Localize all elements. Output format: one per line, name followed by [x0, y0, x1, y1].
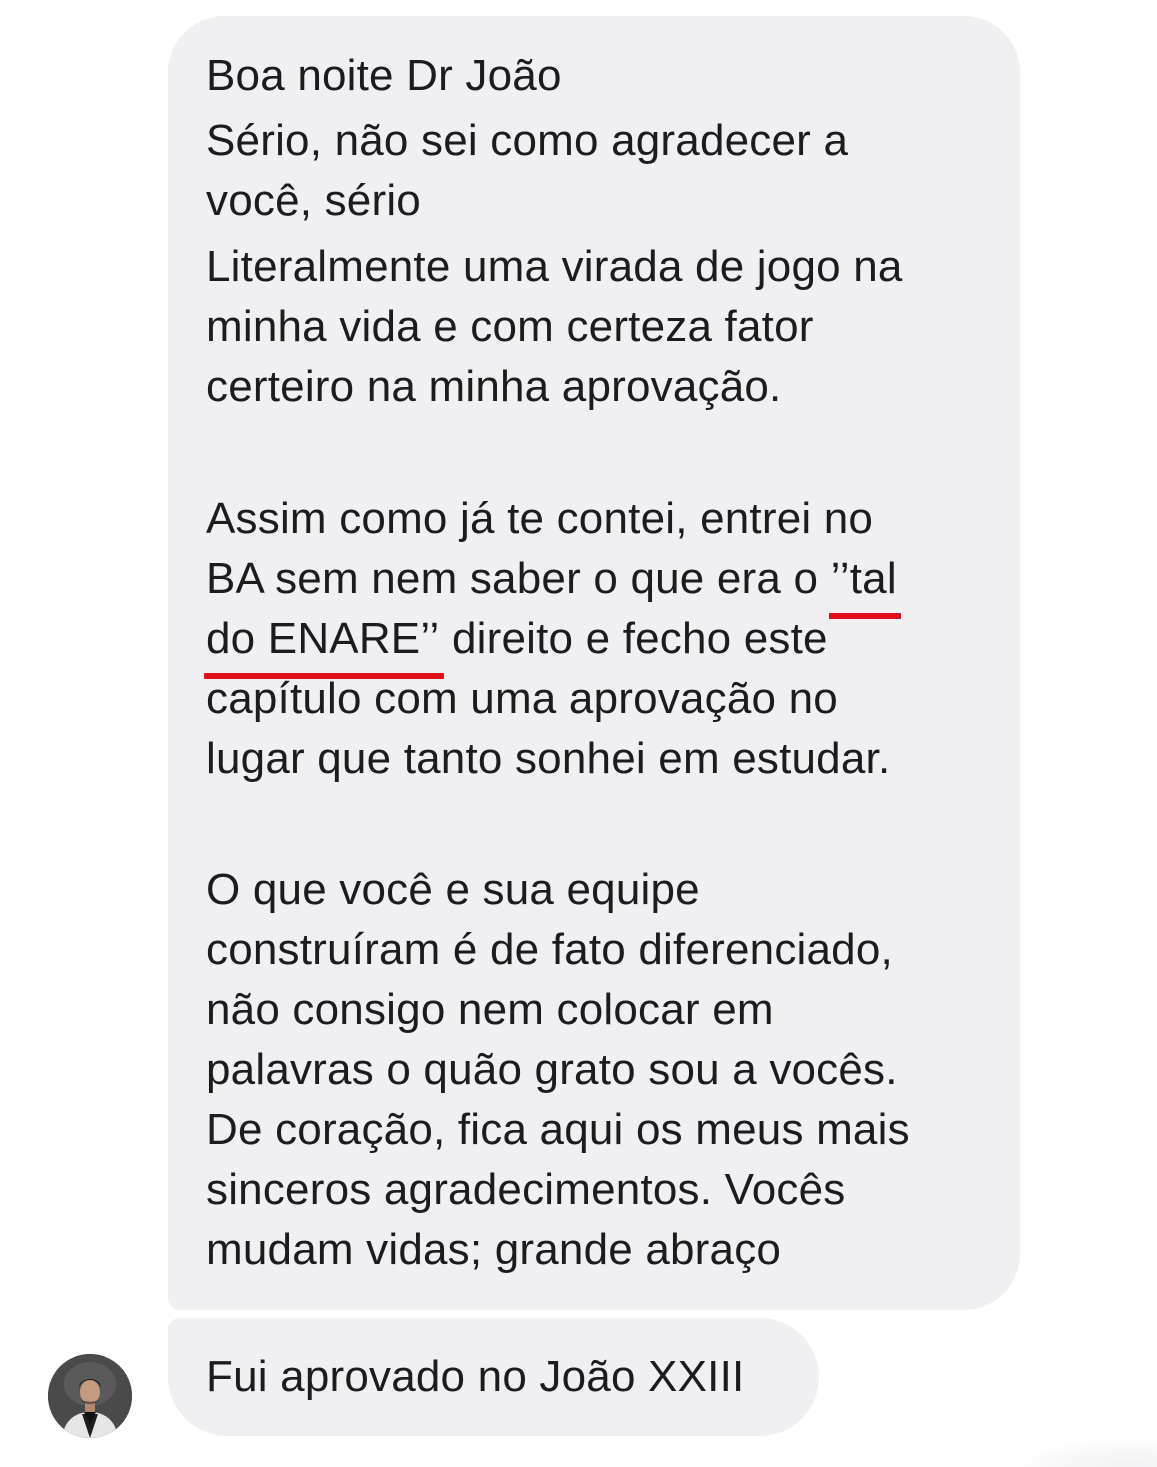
message-line: construíram é de fato diferenciado, [206, 925, 893, 974]
message-line: minha vida e com certeza fator [206, 302, 814, 351]
message-line: lugar que tanto sonhei em estudar. [206, 734, 891, 783]
message-line: De coração, fica aqui os meus mais [206, 1105, 910, 1154]
message-line: BA sem nem saber o que era o ’’tal [206, 549, 902, 619]
message-line: capítulo com uma aprovação no [206, 674, 838, 723]
underlined-highlight: ’’tal [828, 549, 902, 619]
message-line: Boa noite Dr João [206, 51, 562, 100]
message-line-text: direito e fecho este [439, 614, 828, 663]
message-line-text: BA sem nem saber o que era o [206, 554, 831, 603]
message-line: sinceros agradecimentos. Vocês [206, 1165, 846, 1214]
message-line: palavras o quão grato sou a vocês. [206, 1045, 898, 1094]
message-bubble-2[interactable]: Fui aprovado no João XXIII [168, 1318, 819, 1436]
message-line: Assim como já te contei, entrei no [206, 494, 874, 543]
message-line: você, sério [206, 176, 421, 225]
sender-avatar[interactable] [48, 1354, 132, 1438]
underlined-highlight: do ENARE’’ [204, 609, 444, 679]
message-line: Sério, não sei como agradecer a [206, 116, 849, 165]
message-line: certeiro na minha aprovação. [206, 362, 782, 411]
message-line: do ENARE’’ direito e fecho este [204, 609, 828, 679]
message-line: não consigo nem colocar em [206, 985, 774, 1034]
bubble-edge-decoration [1020, 1440, 1157, 1467]
message-line: O que você e sua equipe [206, 865, 700, 914]
profile-photo-avatar-icon [48, 1354, 132, 1438]
message-bubble-1[interactable]: Boa noite Dr João Sério, não sei como ag… [168, 16, 1020, 1310]
message-line: mudam vidas; grande abraço [206, 1225, 782, 1274]
message-text: Fui aprovado no João XXIII [206, 1352, 745, 1401]
message-line: Literalmente uma virada de jogo na [206, 242, 903, 291]
